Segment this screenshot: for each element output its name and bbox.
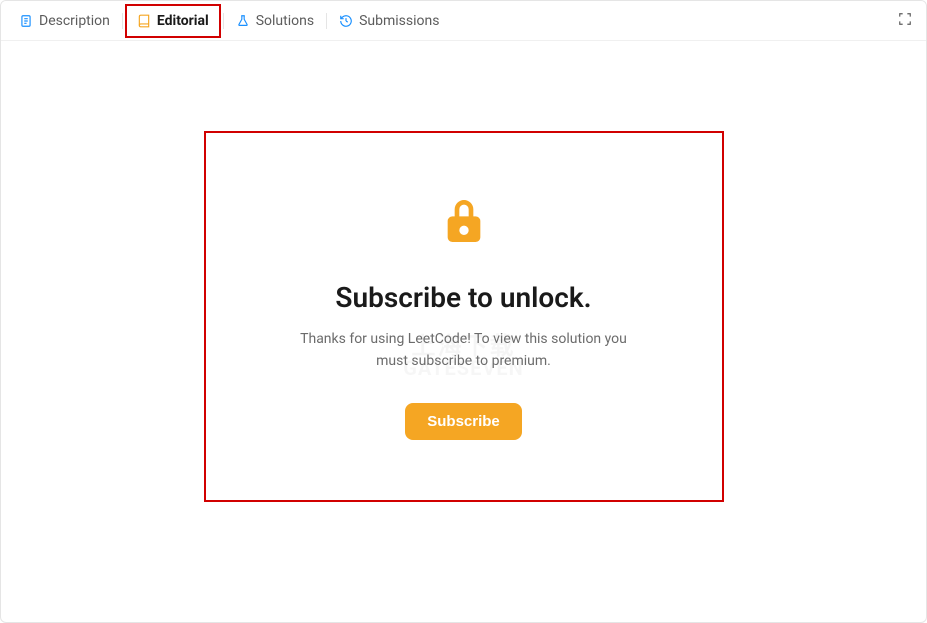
document-icon [19, 14, 33, 28]
tab-submissions-label: Submissions [359, 13, 439, 29]
fullscreen-icon [898, 11, 912, 30]
premium-lock-panel: Subscribe to unlock. Thanks for using Le… [204, 131, 724, 502]
history-icon [339, 14, 353, 28]
lock-title: Subscribe to unlock. [335, 281, 591, 314]
subscribe-button[interactable]: Subscribe [405, 403, 522, 440]
flask-icon [236, 14, 250, 28]
fullscreen-button[interactable] [896, 12, 914, 30]
tab-description[interactable]: Description [9, 1, 120, 40]
tab-submissions[interactable]: Submissions [329, 1, 449, 40]
tab-solutions[interactable]: Solutions [226, 1, 324, 40]
tab-separator [122, 13, 123, 29]
tab-separator [223, 13, 224, 29]
tab-editorial[interactable]: Editorial [125, 4, 221, 38]
tabs-bar: Description Editorial Solutions [1, 1, 926, 41]
lock-icon [436, 193, 492, 253]
tab-separator [326, 13, 327, 29]
tab-description-label: Description [39, 13, 110, 29]
app-container: Description Editorial Solutions [0, 0, 927, 623]
book-icon [137, 14, 151, 28]
tab-solutions-label: Solutions [256, 13, 314, 29]
tab-editorial-label: Editorial [157, 13, 209, 29]
lock-subtitle: Thanks for using LeetCode! To view this … [294, 328, 634, 373]
content-area: 上海下载 GATESEVEN Subscribe to unlock. Than… [1, 41, 926, 622]
